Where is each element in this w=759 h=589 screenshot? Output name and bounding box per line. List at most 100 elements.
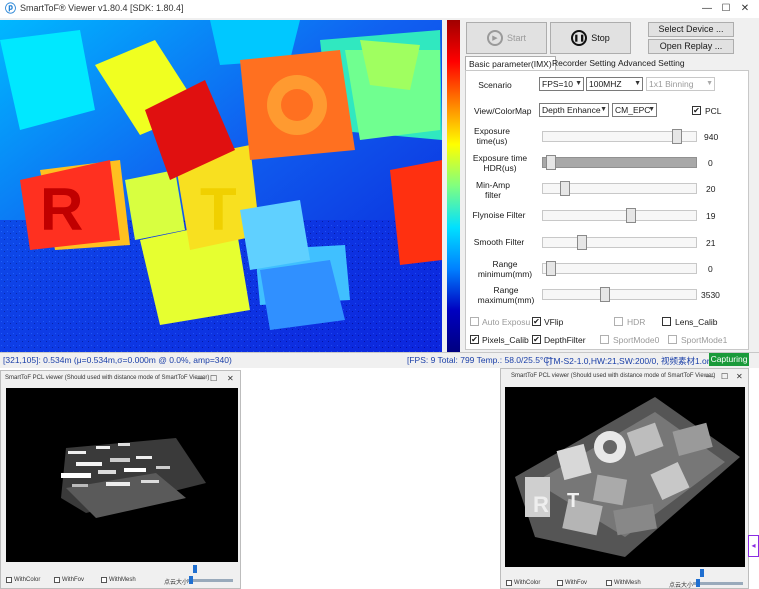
slider-thumb[interactable]: [193, 565, 197, 573]
slider-thumb[interactable]: [560, 181, 571, 196]
stop-button[interactable]: ❚❚ Stop: [550, 22, 631, 54]
maximize-button[interactable]: ☐: [721, 372, 728, 381]
smooth-filter-slider[interactable]: [542, 235, 697, 250]
min-amp-slider[interactable]: [542, 181, 697, 196]
range-max-slider[interactable]: [542, 287, 697, 302]
depth-filter-checkbox[interactable]: ✔: [532, 335, 541, 344]
range-min-label: Range minimum(mm): [477, 259, 533, 279]
tof-logo-icon: ⓟ: [5, 3, 16, 15]
with-color-checkbox[interactable]: [6, 577, 12, 583]
minimize-button[interactable]: —: [700, 2, 714, 16]
sport-mode1-checkbox[interactable]: [668, 335, 677, 344]
range-min-slider[interactable]: [542, 261, 697, 276]
select-device-button[interactable]: Select Device ...: [648, 22, 734, 37]
exposure-time-slider[interactable]: [542, 129, 697, 144]
scenario-label: Scenario: [478, 80, 512, 90]
title-bar: ⓟ SmartToF® Viewer v1.80.4 [SDK: 1.80.4]…: [0, 0, 759, 18]
slider-thumb[interactable]: [189, 576, 193, 584]
range-max-value: 3530: [701, 290, 720, 300]
auto-exposure-checkbox[interactable]: [470, 317, 479, 326]
with-mesh-checkbox[interactable]: [606, 580, 612, 586]
with-fov-checkbox[interactable]: [557, 580, 563, 586]
tab-basic-parameter[interactable]: Basic parameter(IMX): [465, 56, 556, 71]
basic-parameter-panel: Scenario FPS=10 ▼ 100MHZ ▼ 1x1 Binning ▼ Vi…: [465, 70, 749, 350]
view-select[interactable]: Depth Enhance ▼: [539, 103, 609, 117]
tab-advanced-setting[interactable]: Advanced Setting: [615, 56, 688, 71]
maximize-button[interactable]: ☐: [719, 2, 733, 16]
slider-thumb[interactable]: [696, 579, 700, 587]
slider-thumb[interactable]: [545, 261, 556, 276]
with-fov-checkbox[interactable]: [54, 577, 60, 583]
side-panel-toggle[interactable]: ◂: [748, 535, 759, 557]
smooth-filter-value: 21: [706, 238, 716, 248]
chevron-down-icon: ▼: [706, 80, 713, 87]
pcl-label: PCL: [705, 106, 722, 116]
svg-text:R: R: [40, 176, 83, 243]
depth-image: R T o: [0, 20, 442, 352]
sport-mode1-label: SportMode1: [681, 335, 728, 345]
device-info: [TM-S2-1.0,HW:21,SW:200/0, 视频素材1.oni]: [546, 356, 716, 366]
with-color-label: WithColor: [514, 580, 541, 586]
view-value: Depth Enhance: [542, 105, 601, 115]
play-icon: ▶: [486, 30, 503, 46]
smooth-filter-label: Smooth Filter: [473, 237, 525, 247]
svg-text:R: R: [533, 492, 549, 517]
start-button[interactable]: ▶ Start: [466, 22, 547, 54]
open-replay-button[interactable]: Open Replay ...: [648, 39, 734, 54]
binning-value: 1x1 Binning: [649, 79, 694, 89]
slider-thumb[interactable]: [545, 155, 556, 170]
close-button[interactable]: ✕: [227, 374, 234, 383]
fps-select[interactable]: FPS=10 ▼: [539, 77, 584, 91]
depth-colorbar: [447, 20, 460, 352]
depth-image-view[interactable]: R T o: [0, 20, 442, 352]
slider-thumb[interactable]: [577, 235, 588, 250]
slider-thumb[interactable]: [600, 287, 611, 302]
fps-value: FPS=10: [542, 79, 573, 89]
point-cloud-view[interactable]: T R: [505, 387, 745, 567]
pause-icon: ❚❚: [571, 30, 588, 46]
colormap-select[interactable]: CM_EPC ▼: [612, 103, 657, 117]
main-window: ⓟ SmartToF® Viewer v1.80.4 [SDK: 1.80.4]…: [0, 0, 759, 368]
minimize-button[interactable]: —: [706, 372, 714, 381]
pixels-calib-checkbox[interactable]: ✔: [470, 335, 479, 344]
sport-mode0-checkbox[interactable]: [600, 335, 609, 344]
close-button[interactable]: ✕: [736, 372, 743, 381]
flynoise-filter-slider[interactable]: [542, 208, 697, 223]
colormap-value: CM_EPC: [615, 105, 651, 115]
pcl-viewer-title: SmartToF PCL viewer (Should used with di…: [511, 373, 716, 379]
range-min-value: 0: [708, 264, 713, 274]
point-size-label: 点云大小: [164, 580, 189, 586]
lens-calib-checkbox[interactable]: [662, 317, 671, 326]
binning-select[interactable]: 1x1 Binning ▼: [646, 77, 715, 91]
maximize-button[interactable]: ☐: [210, 374, 217, 383]
slider-thumb[interactable]: [625, 208, 636, 223]
pcl-viewer-window-right: SmartToF PCL viewer (Should used with di…: [500, 368, 749, 589]
hdr-checkbox[interactable]: [614, 317, 623, 326]
exposure-hdr-slider[interactable]: [542, 155, 697, 170]
exposure-time-label: Exposure time(us): [474, 126, 510, 146]
hdr-label: HDR: [627, 317, 646, 327]
exposure-hdr-value: 0: [708, 158, 713, 168]
with-mesh-checkbox[interactable]: [101, 577, 107, 583]
point-cloud-view[interactable]: [6, 388, 238, 562]
exposure-hdr-label: Exposure time HDR(us): [472, 153, 528, 173]
minimize-button[interactable]: —: [197, 374, 205, 383]
pcl-checkbox[interactable]: ✔: [692, 106, 701, 115]
pcl-viewer-window-left: SmartToF PCL viewer (Should used with di…: [0, 370, 241, 589]
slider-thumb[interactable]: [671, 129, 682, 144]
close-button[interactable]: ✕: [738, 2, 752, 16]
slider-thumb[interactable]: [700, 569, 704, 577]
tab-recorder-setting[interactable]: Recorder Setting: [549, 56, 619, 71]
view-colormap-label: View/ColorMap: [474, 106, 532, 116]
auto-exposure-label: Auto Exposu: [482, 317, 531, 327]
point-size-slider[interactable]: [187, 579, 233, 582]
with-color-checkbox[interactable]: [506, 580, 512, 586]
flynoise-filter-value: 19: [706, 211, 716, 221]
point-cloud-image: T R: [515, 397, 740, 557]
vflip-checkbox[interactable]: ✔: [532, 317, 541, 326]
lens-calib-label: Lens_Calib: [675, 317, 718, 327]
frequency-select[interactable]: 100MHZ ▼: [586, 77, 643, 91]
point-size-slider[interactable]: [693, 582, 743, 585]
chevron-down-icon: ▼: [634, 80, 641, 87]
svg-text:T: T: [567, 490, 579, 512]
